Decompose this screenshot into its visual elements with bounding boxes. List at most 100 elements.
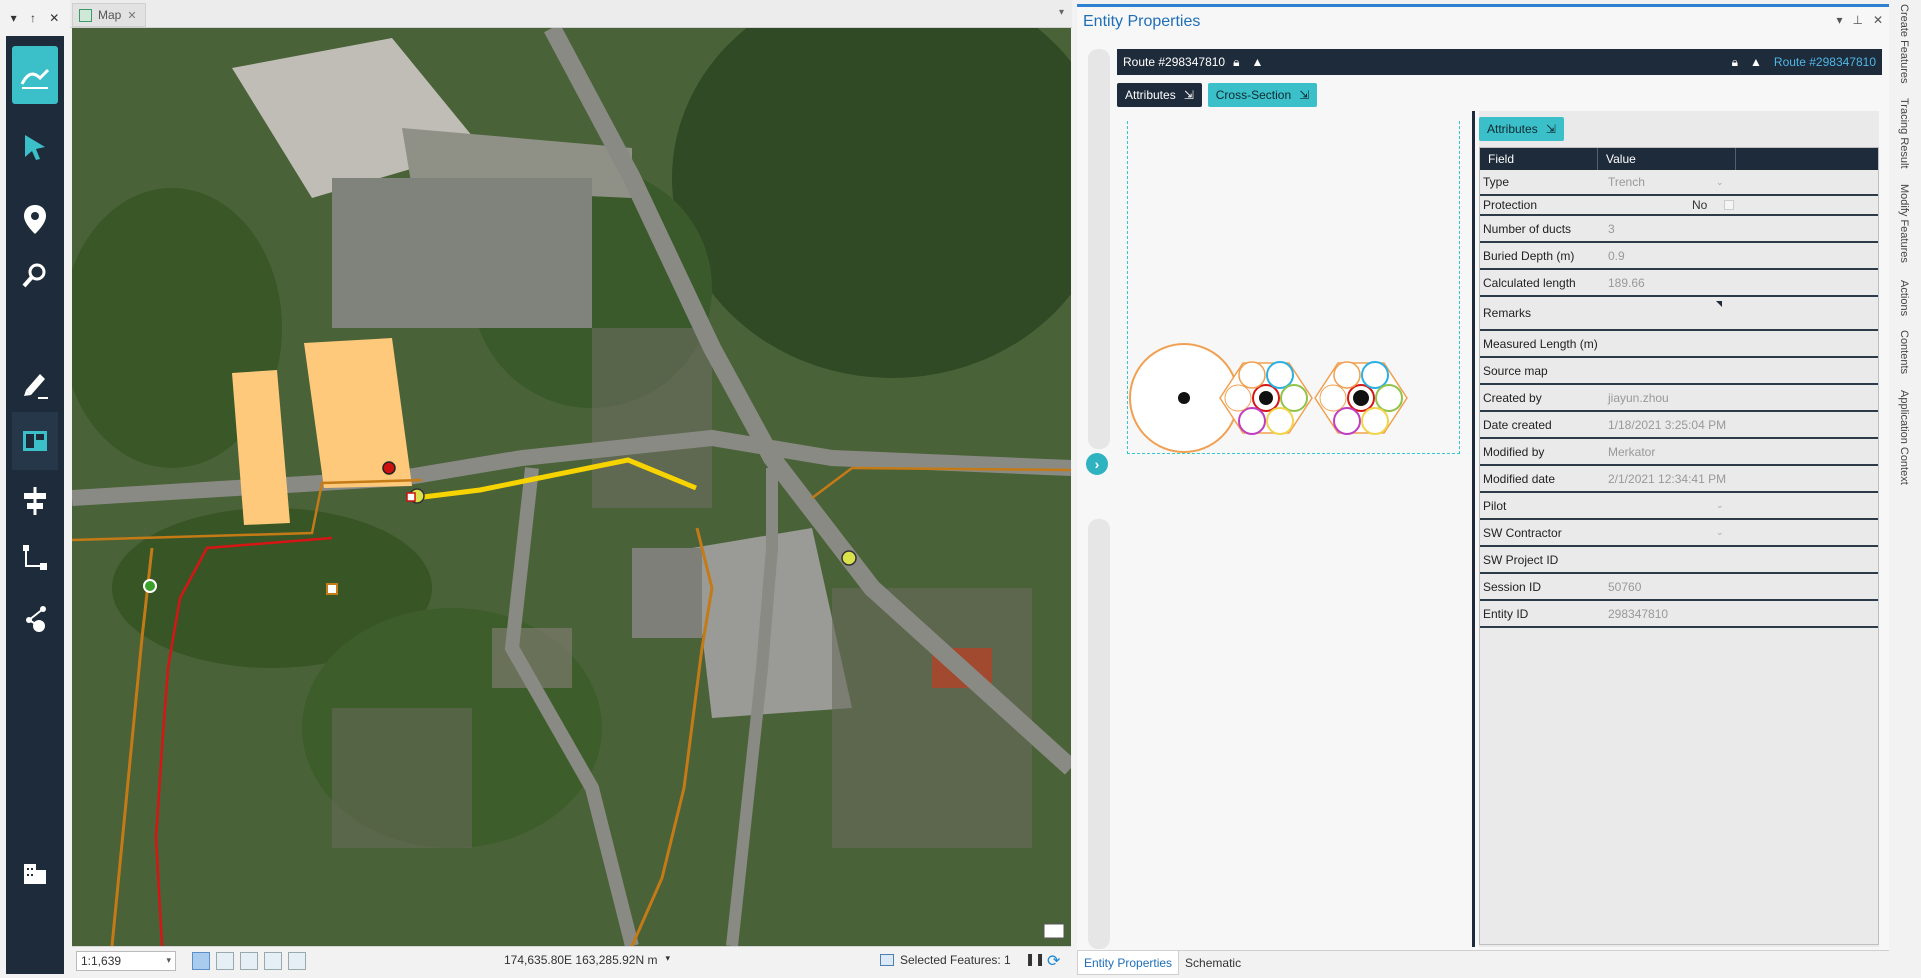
- table-row[interactable]: Session ID 50760: [1480, 574, 1878, 601]
- tab-attributes[interactable]: Attributes ⇲: [1117, 83, 1202, 107]
- table-row[interactable]: Calculated length 189.66: [1480, 270, 1878, 297]
- table-row[interactable]: Remarks: [1480, 297, 1878, 331]
- map-pin-icon: [24, 205, 46, 234]
- tool-network[interactable]: [12, 588, 58, 646]
- side-tab-tracing-result[interactable]: Tracing Result: [1898, 98, 1910, 169]
- table-row[interactable]: Number of ducts 3: [1480, 216, 1878, 243]
- chevron-down-icon[interactable]: ▾: [1059, 7, 1064, 18]
- measure-icon: [20, 68, 50, 89]
- field-value[interactable]: 0.9: [1608, 249, 1625, 263]
- map-canvas[interactable]: [72, 28, 1071, 946]
- field-name: Remarks: [1483, 306, 1532, 320]
- side-tab-contents[interactable]: Contents: [1898, 330, 1910, 374]
- tool-connect[interactable]: [12, 530, 58, 588]
- side-tab-actions[interactable]: Actions: [1898, 280, 1910, 316]
- attributes-pane: Attributes ⇲ Field Value Type Trench ⌄ Prot…: [1479, 111, 1879, 947]
- panel-title: Entity Properties: [1083, 13, 1201, 30]
- tool-align[interactable]: [12, 472, 58, 530]
- snap-icon[interactable]: [264, 951, 282, 970]
- field-value[interactable]: 298347810: [1608, 607, 1668, 621]
- table-row[interactable]: Pilot ⌄: [1480, 493, 1878, 520]
- pan-icon[interactable]: [288, 951, 306, 970]
- field-value[interactable]: 3: [1608, 222, 1615, 236]
- table-row[interactable]: Created by jiayun.zhou: [1480, 385, 1878, 412]
- side-tab-application-context[interactable]: Application Context: [1898, 390, 1910, 485]
- refresh-icon[interactable]: ⟳: [1047, 951, 1060, 971]
- pin-icon[interactable]: ↑: [30, 11, 36, 25]
- pin-icon[interactable]: ⊥: [1852, 13, 1862, 27]
- field-value[interactable]: 189.66: [1608, 276, 1645, 290]
- side-tabs: Create Features Tracing Result Modify Fe…: [1892, 0, 1921, 978]
- tab-map[interactable]: Map ✕: [72, 3, 146, 27]
- popout-icon[interactable]: ⇲: [1546, 122, 1556, 136]
- field-value[interactable]: 2/1/2021 12:34:41 PM: [1608, 472, 1726, 486]
- route-link[interactable]: Route #298347810: [1774, 55, 1876, 69]
- chevron-right-icon[interactable]: ›: [1086, 453, 1108, 475]
- warning-icon[interactable]: ▲: [1251, 55, 1263, 69]
- close-icon[interactable]: ✕: [49, 11, 59, 25]
- tool-measure[interactable]: [12, 46, 58, 104]
- navigate-icon[interactable]: [192, 951, 210, 970]
- chevron-down-icon[interactable]: ⌄: [1716, 177, 1724, 188]
- resize-corner-icon[interactable]: [1716, 301, 1722, 307]
- bottom-tabs: Entity Properties Schematic: [1077, 950, 1889, 976]
- table-row[interactable]: Modified date 2/1/2021 12:34:41 PM: [1480, 466, 1878, 493]
- nav-tools: [192, 951, 306, 970]
- table-row[interactable]: SW Project ID: [1480, 547, 1878, 574]
- protection-checkbox[interactable]: [1724, 200, 1734, 210]
- menu-icon[interactable]: ▾: [11, 11, 17, 25]
- tool-layout[interactable]: [12, 412, 58, 470]
- table-row[interactable]: Entity ID 298347810: [1480, 601, 1878, 628]
- scale-value: 1:1,639: [81, 953, 122, 968]
- tool-edit[interactable]: [12, 354, 58, 412]
- popout-icon[interactable]: ⇲: [1184, 88, 1194, 102]
- scale-selector[interactable]: 1:1,639 ▾: [76, 950, 176, 971]
- tool-select[interactable]: [12, 118, 58, 176]
- layout-panel-icon: [23, 431, 47, 451]
- field-value[interactable]: 50760: [1608, 580, 1641, 594]
- tool-search[interactable]: [12, 246, 58, 304]
- table-row[interactable]: Measured Length (m): [1480, 331, 1878, 358]
- panel-collapse-bar: [1088, 49, 1110, 949]
- cross-section-view[interactable]: [1127, 121, 1460, 454]
- tab-cross-section[interactable]: Cross-Section ⇲: [1207, 83, 1318, 107]
- field-name: Buried Depth (m): [1483, 248, 1575, 263]
- tab-schematic[interactable]: Schematic: [1179, 951, 1247, 975]
- field-value[interactable]: 1/18/2021 3:25:04 PM: [1608, 418, 1726, 432]
- chevron-down-icon[interactable]: ▾: [1836, 13, 1842, 27]
- popout-icon[interactable]: ⇲: [1299, 88, 1309, 102]
- side-tab-create-features[interactable]: Create Features: [1898, 4, 1910, 83]
- field-value[interactable]: Merkator: [1608, 445, 1655, 459]
- table-row[interactable]: Modified by Merkator: [1480, 439, 1878, 466]
- table-row[interactable]: SW Contractor ⌄: [1480, 520, 1878, 547]
- map-tab-label: Map: [98, 8, 122, 22]
- side-tab-modify-features[interactable]: Modify Features: [1898, 184, 1910, 263]
- duct-bundle-2: [1314, 361, 1408, 435]
- field-name: Calculated length: [1483, 275, 1576, 290]
- tab-entity-properties[interactable]: Entity Properties: [1077, 951, 1180, 975]
- zoom-full-icon[interactable]: [216, 951, 234, 970]
- selected-features[interactable]: Selected Features: 1: [880, 953, 1011, 967]
- field-value[interactable]: Trench: [1608, 175, 1645, 189]
- table-row[interactable]: Protection No: [1480, 196, 1878, 216]
- attributes-tab[interactable]: Attributes ⇲: [1479, 117, 1564, 141]
- table-row[interactable]: Source map: [1480, 358, 1878, 385]
- pause-icon[interactable]: ❚❚: [1025, 952, 1045, 966]
- chevron-down-icon[interactable]: ⌄: [1716, 500, 1724, 511]
- splitter[interactable]: [1472, 111, 1475, 947]
- close-icon[interactable]: ✕: [127, 9, 136, 22]
- tool-locate[interactable]: [12, 190, 58, 248]
- field-value[interactable]: jiayun.zhou: [1608, 391, 1669, 405]
- tool-buildings[interactable]: [12, 844, 58, 902]
- chevron-down-icon[interactable]: ▾: [665, 953, 670, 967]
- table-row[interactable]: Type Trench ⌄: [1480, 170, 1878, 196]
- lock-icon[interactable]: 🔒︎: [1732, 55, 1738, 70]
- grid-icon[interactable]: [240, 951, 258, 970]
- warning-icon[interactable]: ▲: [1750, 55, 1762, 69]
- field-name: Measured Length (m): [1483, 336, 1598, 351]
- lock-icon[interactable]: 🔒︎: [1233, 55, 1239, 70]
- table-row[interactable]: Buried Depth (m) 0.9: [1480, 243, 1878, 270]
- chevron-down-icon[interactable]: ⌄: [1716, 527, 1724, 538]
- table-row[interactable]: Date created 1/18/2021 3:25:04 PM: [1480, 412, 1878, 439]
- close-icon[interactable]: ✕: [1873, 13, 1883, 27]
